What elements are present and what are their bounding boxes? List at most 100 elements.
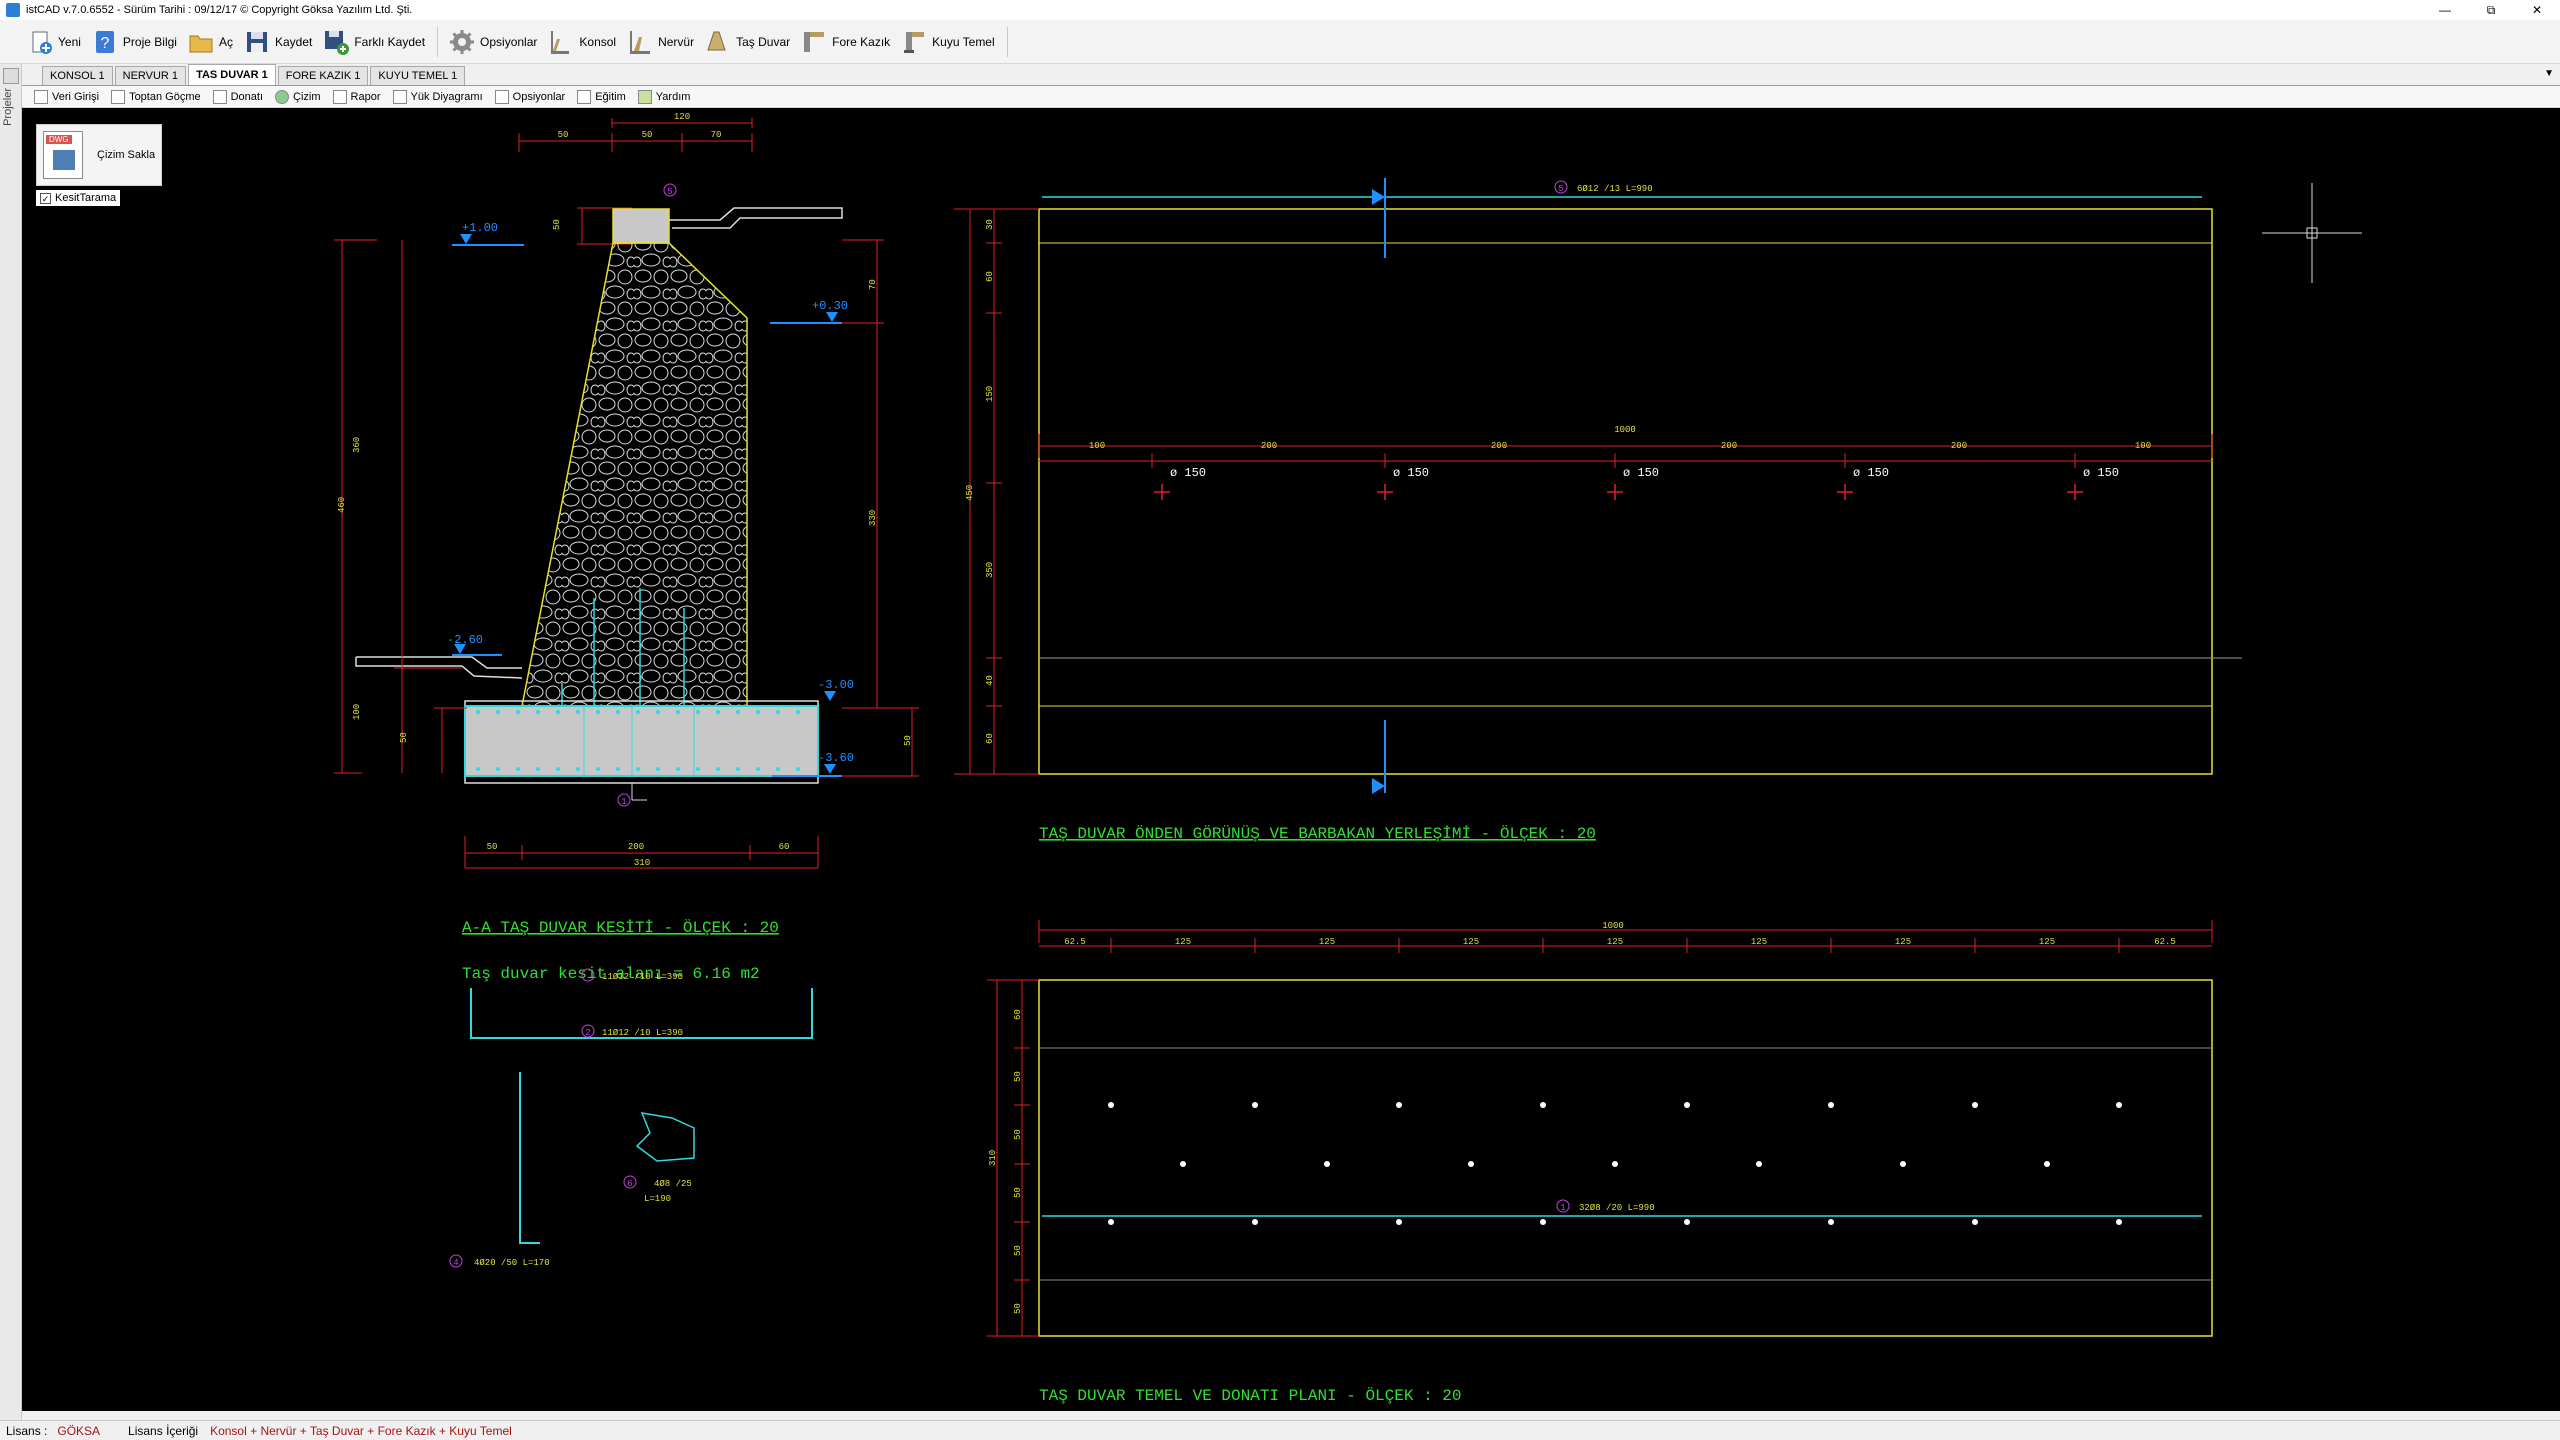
toolbar-separator: [1006, 26, 1008, 57]
dwg-preview: [53, 150, 75, 170]
front-seg-5: 200: [1951, 441, 1967, 451]
module-toolbar: Veri Girişi Toptan Göçme Donatı Çizim Ra…: [22, 86, 2560, 108]
save-drawing-button[interactable]: DWG Çizim Sakla: [36, 124, 162, 186]
drain-label-3: ø 150: [1623, 466, 1659, 480]
drain-label-1: ø 150: [1170, 466, 1206, 480]
front-wall-outline: [1038, 208, 2213, 775]
section-right-top: 70: [868, 279, 878, 290]
plan-title: TAŞ DUVAR TEMEL VE DONATI PLANI - ÖLÇEK …: [1039, 1386, 1461, 1405]
plan-seg-9: 62.5: [2154, 937, 2176, 947]
tab-nervur-1[interactable]: NERVUR 1: [114, 66, 187, 85]
pointer-icon[interactable]: [3, 68, 19, 84]
section-left-dims: [334, 239, 467, 774]
konsol-button[interactable]: Konsol: [543, 24, 622, 60]
drawing-label: Çizim: [293, 90, 321, 103]
save-icon: [246, 31, 267, 52]
bar-6-length: L=190: [644, 1194, 671, 1204]
toolbar-separator: [437, 26, 439, 57]
tab-fore-kazik-1[interactable]: FORE KAZIK 1: [277, 66, 369, 85]
overall-failure-icon: [111, 89, 126, 104]
section-top-dim-3: 70: [711, 130, 722, 140]
section-drawing: 50 50 70 120 50 5 1 +1.00 +0.30 -2.60 -3…: [334, 112, 919, 983]
options-button[interactable]: Opsiyonlar: [444, 24, 543, 60]
section-bottom-dim-1: 50: [487, 842, 498, 852]
module-options-button[interactable]: Opsiyonlar: [494, 89, 566, 104]
save-as-button[interactable]: Farklı Kaydet: [318, 24, 431, 60]
dwg-file-icon: DWG: [43, 131, 83, 179]
crest-cap: [612, 208, 670, 244]
open-button[interactable]: Aç: [183, 24, 239, 60]
drawing-canvas[interactable]: 50 50 70 120 50 5 1 +1.00 +0.30 -2.60 -3…: [22, 108, 2560, 1411]
bar-3-text: 11Ø12 /10 L=390: [602, 972, 683, 982]
bar-2-mark: 2: [585, 1028, 590, 1038]
front-seg-6: 100: [2135, 441, 2151, 451]
help-label: Yardım: [655, 90, 691, 103]
foundation-plan: 1 32Ø8 /20 L=990 1000 62.5 125 125 125 1…: [987, 920, 2213, 1405]
save-button[interactable]: Kaydet: [239, 24, 318, 60]
options-label: Opsiyonlar: [480, 34, 538, 49]
report-label: Rapor: [350, 90, 381, 103]
module-options-label: Opsiyonlar: [512, 90, 566, 103]
data-entry-button[interactable]: Veri Girişi: [34, 89, 99, 104]
drain-label-2: ø 150: [1393, 466, 1429, 480]
window-title: istCAD v.7.0.6552 - Sürüm Tarihi : 09/12…: [26, 4, 413, 16]
plan-rebar-mark: 1: [1560, 1203, 1565, 1213]
section-left-total: 460: [337, 497, 347, 513]
minimize-icon[interactable]: —: [2422, 0, 2468, 20]
bar-2-text: 11Ø12 /10 L=390: [602, 1028, 683, 1038]
bar-4-text: 4Ø20 /50 L=170: [474, 1258, 550, 1268]
section-hatch-toggle[interactable]: ✓ KesitTarama: [36, 190, 121, 206]
fore-kazik-label: Fore Kazık: [832, 34, 891, 49]
elev-plus-030: +0.30: [812, 299, 848, 313]
nervur-label: Nervür: [658, 34, 695, 49]
front-left-p3: 150: [985, 386, 995, 402]
section-hatch-checkbox[interactable]: ✓: [40, 192, 51, 204]
new-file-icon: [32, 31, 52, 54]
reinforcement-button[interactable]: Donatı: [212, 89, 263, 104]
projects-side-panel[interactable]: Projeler: [0, 64, 22, 1420]
fore-kazik-button[interactable]: Fore Kazık: [796, 24, 896, 60]
projects-label: Projeler: [2, 88, 14, 126]
title-bar: istCAD v.7.0.6552 - Sürüm Tarihi : 09/12…: [0, 0, 2560, 20]
section-bottom-total: 310: [634, 858, 650, 868]
app-icon: [6, 3, 20, 17]
save-label: Kaydet: [274, 34, 313, 49]
plan-seg-5: 125: [1607, 937, 1623, 947]
new-button[interactable]: Yeni: [22, 24, 87, 60]
section-hatch-label: KesitTarama: [55, 192, 117, 204]
help-button[interactable]: Yardım: [637, 89, 691, 104]
restore-icon[interactable]: ⧉: [2468, 0, 2514, 20]
load-diagram-button[interactable]: Yük Diyagramı: [392, 89, 483, 104]
section-right-base: 50: [903, 735, 913, 746]
tabs-dropdown-icon[interactable]: ▼: [2544, 68, 2554, 79]
data-entry-icon: [34, 89, 48, 104]
license-content-value: Konsol + Nervür + Taş Duvar + Fore Kazık…: [210, 1423, 512, 1438]
drawing-button[interactable]: Çizim: [275, 89, 321, 104]
front-seg-4: 200: [1721, 441, 1737, 451]
plan-seg-3: 125: [1319, 937, 1335, 947]
report-button[interactable]: Rapor: [332, 89, 381, 104]
tas-duvar-button[interactable]: Taş Duvar: [700, 24, 796, 60]
tas-duvar-label: Taş Duvar: [736, 34, 791, 49]
kuyu-temel-button[interactable]: Kuyu Temel: [896, 24, 1000, 60]
section-top-total: 120: [674, 112, 690, 122]
nervur-button[interactable]: Nervür: [622, 24, 700, 60]
tab-kuyu-temel-1[interactable]: KUYU TEMEL 1: [370, 66, 466, 85]
bar-6-mark: 6: [627, 1179, 632, 1189]
tab-konsol-1[interactable]: KONSOL 1: [42, 66, 113, 85]
training-button[interactable]: Eğitim: [577, 89, 626, 104]
overall-failure-button[interactable]: Toptan Göçme: [111, 89, 201, 104]
drawing-icon: [275, 89, 290, 104]
tab-tas-duvar-1[interactable]: TAS DUVAR 1: [188, 64, 276, 85]
project-info-button[interactable]: ? Proje Bilgi: [87, 24, 183, 60]
front-left-p6: 60: [985, 733, 995, 744]
kuyu-temel-icon: [904, 31, 925, 53]
close-icon[interactable]: ✕: [2514, 0, 2560, 20]
plan-left-p1: 60: [1013, 1009, 1023, 1020]
nervur-icon: [630, 30, 651, 54]
front-horizontal-dims: [1038, 434, 2213, 468]
section-left-base-part: 50: [399, 732, 409, 743]
training-icon: [577, 89, 592, 104]
section-crest-dim: 50: [552, 219, 562, 230]
kuyu-temel-label: Kuyu Temel: [932, 34, 995, 49]
